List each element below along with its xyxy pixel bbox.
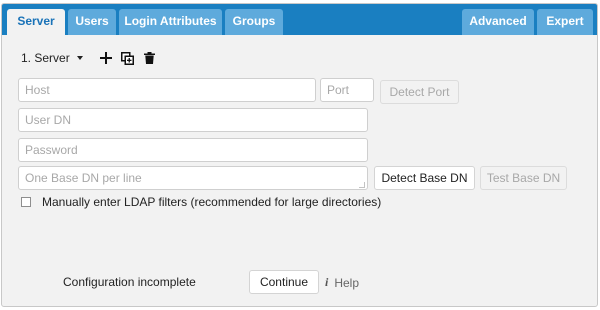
manual-ldap-filter-checkbox[interactable] bbox=[21, 197, 31, 207]
tab-bar: Server Users Login Attributes Groups Adv… bbox=[2, 4, 597, 35]
tab-advanced[interactable]: Advanced bbox=[462, 9, 534, 35]
user-dn-input[interactable] bbox=[18, 108, 368, 132]
continue-button[interactable]: Continue bbox=[249, 270, 319, 294]
manual-ldap-filter-label[interactable]: Manually enter LDAP filters (recommended… bbox=[42, 195, 381, 209]
tab-expert[interactable]: Expert bbox=[537, 9, 593, 35]
resize-handle-icon[interactable] bbox=[359, 182, 365, 188]
plus-icon[interactable] bbox=[99, 51, 113, 65]
server-select[interactable]: 1. Server bbox=[21, 51, 83, 65]
tab-users[interactable]: Users bbox=[68, 9, 116, 35]
detect-base-dn-button[interactable]: Detect Base DN bbox=[374, 166, 475, 190]
copy-icon[interactable] bbox=[121, 51, 135, 65]
manual-ldap-filter-option: Manually enter LDAP filters (recommended… bbox=[21, 195, 381, 209]
port-input[interactable] bbox=[320, 78, 374, 102]
help-link[interactable]: i Help bbox=[325, 275, 359, 290]
tab-server[interactable]: Server bbox=[7, 9, 65, 35]
trash-icon[interactable] bbox=[143, 51, 157, 65]
test-base-dn-button[interactable]: Test Base DN bbox=[480, 166, 567, 190]
tab-groups[interactable]: Groups bbox=[225, 9, 283, 35]
password-input[interactable] bbox=[18, 138, 368, 162]
info-icon: i bbox=[325, 275, 329, 289]
base-dn-textarea[interactable] bbox=[18, 166, 368, 190]
tab-login-attributes[interactable]: Login Attributes bbox=[119, 9, 222, 35]
server-select-value: 1. Server bbox=[21, 51, 70, 65]
status-text: Configuration incomplete bbox=[63, 275, 196, 289]
host-input[interactable] bbox=[18, 78, 316, 102]
chevron-down-icon bbox=[76, 56, 83, 60]
help-label: Help bbox=[334, 275, 360, 290]
server-toolbar: 1. Server bbox=[21, 47, 157, 69]
detect-port-button[interactable]: Detect Port bbox=[380, 80, 459, 104]
